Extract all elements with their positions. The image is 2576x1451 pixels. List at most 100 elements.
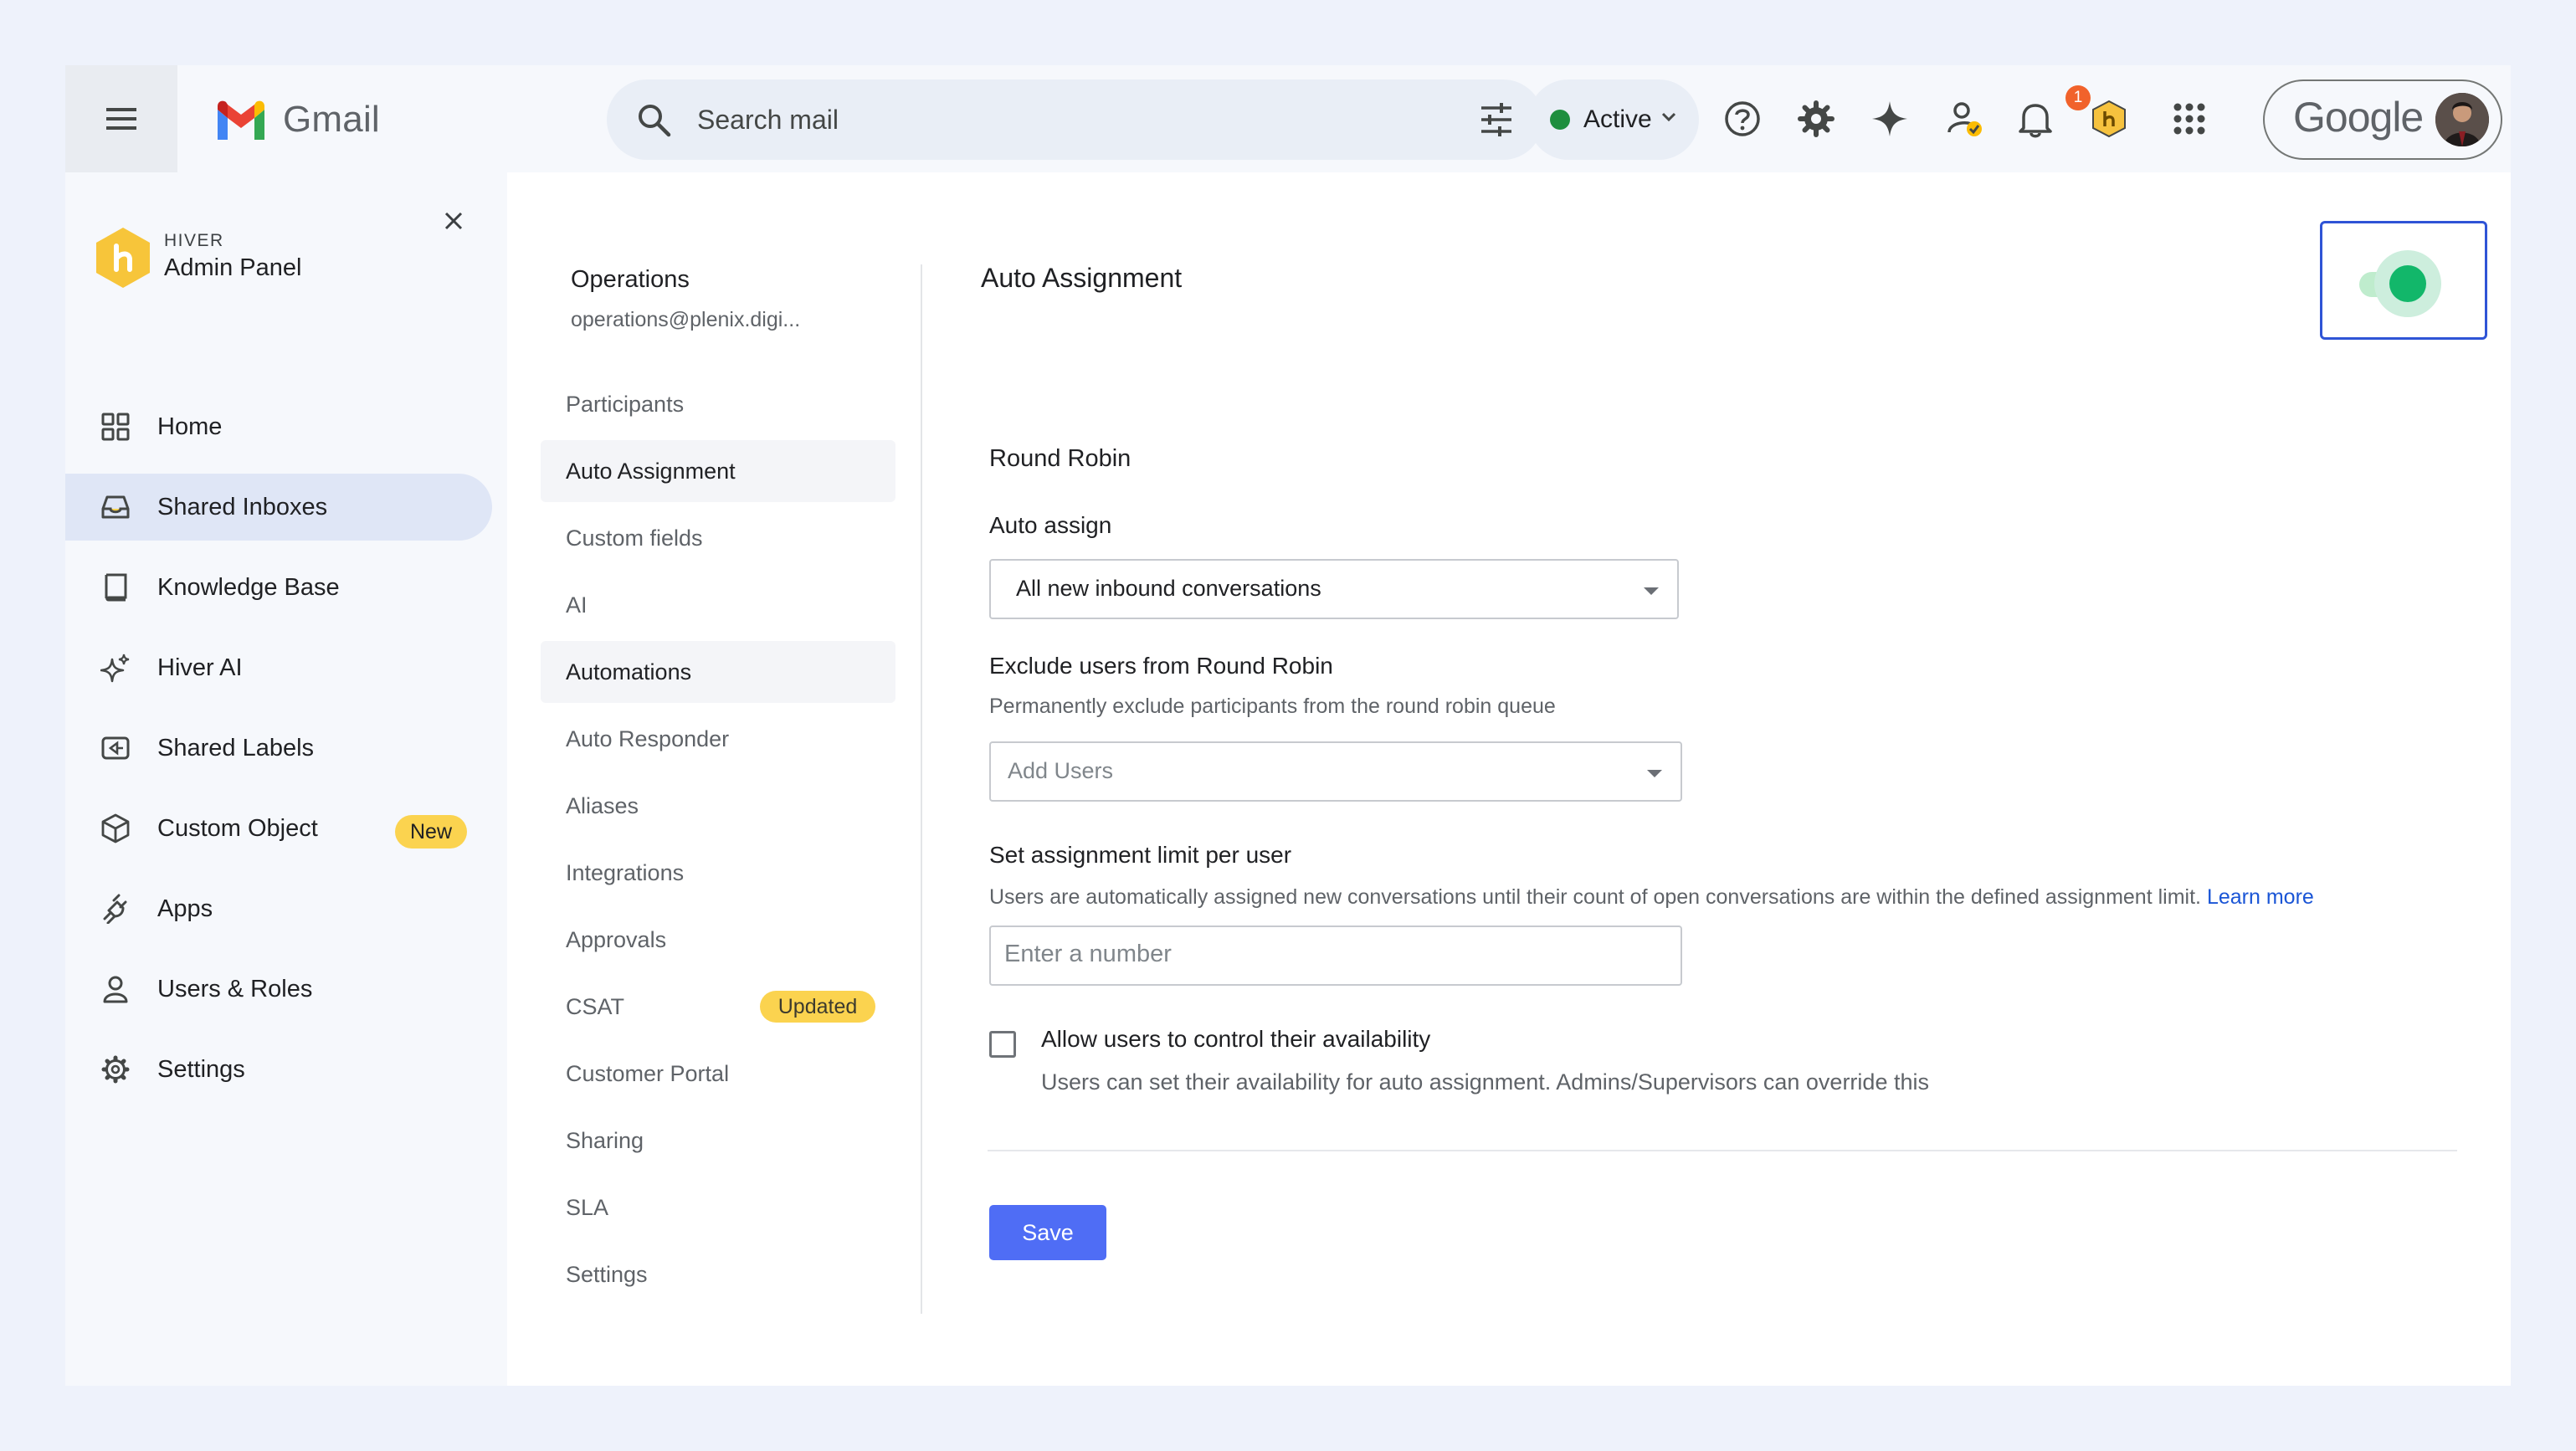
search-bar[interactable]: Search mail xyxy=(607,79,1543,160)
tab-label: SLA xyxy=(566,1194,609,1220)
admin-sidebar: HIVER Admin Panel Home Shared Inboxes Kn… xyxy=(65,172,507,1386)
learn-more-link[interactable]: Learn more xyxy=(2207,885,2314,909)
tab-label: Settings xyxy=(566,1261,648,1287)
hiver-logo-icon xyxy=(2092,100,2126,138)
auto-assign-value: All new inbound conversations xyxy=(1016,576,1321,601)
sidebar-item-label: Home xyxy=(157,413,223,440)
chevron-down-icon xyxy=(1661,112,1676,122)
settings-button[interactable] xyxy=(1794,97,1838,141)
sidebar-item-apps[interactable]: Apps xyxy=(65,875,492,942)
hamburger-icon xyxy=(106,108,136,130)
sidebar-item-users-roles[interactable]: Users & Roles xyxy=(65,956,492,1023)
tab-label: Sharing xyxy=(566,1127,644,1153)
sidebar-item-label: Users & Roles xyxy=(157,975,313,1002)
tab-customer-portal[interactable]: Customer Portal xyxy=(541,1043,895,1105)
avatar xyxy=(2435,93,2489,146)
caret-down-icon xyxy=(1644,587,1659,595)
toggle-knob xyxy=(2389,265,2426,302)
tab-label: Custom fields xyxy=(566,525,703,551)
assignment-limit-label: Set assignment limit per user xyxy=(989,842,1292,868)
tab-label: Automations xyxy=(566,659,692,684)
tab-sharing[interactable]: Sharing xyxy=(541,1110,895,1172)
user-icon xyxy=(103,976,128,1003)
caret-down-icon xyxy=(1647,770,1662,777)
tab-label: Auto Responder xyxy=(566,726,730,751)
google-wordmark: Google xyxy=(2293,94,2424,141)
status-dot xyxy=(1550,110,1570,130)
tab-csat[interactable]: CSAT Updated xyxy=(541,976,895,1038)
bell-icon xyxy=(2019,104,2052,138)
tab-label: Integrations xyxy=(566,859,685,885)
sidebar-item-label: Apps xyxy=(157,895,213,922)
search-input[interactable]: Search mail xyxy=(697,105,839,136)
help-icon xyxy=(1725,101,1760,136)
tab-label: CSAT xyxy=(566,993,625,1019)
sidebar-item-settings[interactable]: Settings xyxy=(65,1036,492,1103)
exclude-users-select[interactable]: Add Users xyxy=(989,741,1682,802)
gmail-title: Gmail xyxy=(283,99,380,140)
tab-label: AI xyxy=(566,592,588,618)
gmail-topbar: Gmail Search mail Active 1 Google xyxy=(65,65,2511,172)
search-icon[interactable] xyxy=(635,101,672,138)
exclude-users-help: Permanently exclude participants from th… xyxy=(989,695,1556,718)
tab-auto-assignment[interactable]: Auto Assignment xyxy=(541,440,895,502)
book-icon xyxy=(105,573,127,602)
grid-icon xyxy=(101,413,130,441)
apps-grid-icon xyxy=(2173,103,2205,135)
status-label: Active xyxy=(1583,105,1652,133)
notifications-button[interactable] xyxy=(2014,97,2057,141)
sidebar-item-custom-object[interactable]: Custom Object New xyxy=(65,795,492,862)
gmail-logo[interactable]: Gmail xyxy=(214,99,380,141)
tab-automations[interactable]: Automations xyxy=(541,641,895,703)
tab-settings[interactable]: Settings xyxy=(541,1243,895,1305)
sidebar-item-label: Hiver AI xyxy=(157,654,243,681)
assignment-limit-input[interactable]: Enter a number xyxy=(989,925,1682,986)
tab-sla[interactable]: SLA xyxy=(541,1177,895,1238)
availability-checkbox[interactable] xyxy=(989,1031,1016,1058)
sidebar-item-label: Custom Object xyxy=(157,814,318,842)
tab-participants[interactable]: Participants xyxy=(541,373,895,435)
sidebar-item-label: Shared Labels xyxy=(157,734,315,761)
brand-name: HIVER xyxy=(164,231,224,250)
tab-approvals[interactable]: Approvals xyxy=(541,909,895,971)
sidebar-item-label: Shared Inboxes xyxy=(157,493,328,520)
tab-label: Auto Assignment xyxy=(566,458,736,484)
search-options-icon[interactable] xyxy=(1478,101,1515,138)
main-menu-button[interactable] xyxy=(65,65,177,172)
sidebar-item-label: Knowledge Base xyxy=(157,573,340,601)
status-selector[interactable]: Active xyxy=(1528,79,1699,160)
auto-assignment-toggle[interactable] xyxy=(2320,221,2487,340)
admin-content-panel: Operations operations@plenix.digi... Par… xyxy=(507,172,2511,1386)
gemini-button[interactable] xyxy=(1868,97,1911,141)
tab-ai[interactable]: AI xyxy=(541,574,895,636)
gmail-m-icon xyxy=(218,100,264,140)
auto-assign-label: Auto assign xyxy=(989,512,1112,538)
user-status-button[interactable] xyxy=(1943,97,1987,141)
label-icon xyxy=(101,736,130,760)
page-title: Auto Assignment xyxy=(981,263,1183,293)
sidebar-item-home[interactable]: Home xyxy=(65,393,492,460)
updated-badge: Updated xyxy=(760,991,875,1023)
close-icon[interactable] xyxy=(444,211,464,231)
help-button[interactable] xyxy=(1721,97,1764,141)
hiver-logo xyxy=(96,228,150,288)
tab-label: Participants xyxy=(566,391,685,417)
apps-launcher-button[interactable] xyxy=(2168,97,2211,141)
sparkle-icon xyxy=(100,654,130,683)
sidebar-item-shared-inboxes[interactable]: Shared Inboxes xyxy=(65,474,492,541)
availability-label[interactable]: Allow users to control their availabilit… xyxy=(1041,1026,1430,1053)
tab-integrations[interactable]: Integrations xyxy=(541,842,895,904)
tab-auto-responder[interactable]: Auto Responder xyxy=(541,708,895,770)
tab-label: Aliases xyxy=(566,792,639,818)
sidebar-item-hiver-ai[interactable]: Hiver AI xyxy=(65,634,492,701)
auto-assign-select[interactable]: All new inbound conversations xyxy=(989,559,1679,619)
hiver-extension-button[interactable] xyxy=(2087,97,2131,141)
gear-icon xyxy=(101,1055,130,1084)
google-account-button[interactable]: Google xyxy=(2263,79,2502,160)
inbox-email: operations@plenix.digi... xyxy=(571,308,801,331)
sidebar-item-shared-labels[interactable]: Shared Labels xyxy=(65,715,492,782)
tab-aliases[interactable]: Aliases xyxy=(541,775,895,837)
tab-custom-fields[interactable]: Custom fields xyxy=(541,507,895,569)
save-button[interactable]: Save xyxy=(989,1205,1106,1260)
sidebar-item-knowledge-base[interactable]: Knowledge Base xyxy=(65,554,492,621)
